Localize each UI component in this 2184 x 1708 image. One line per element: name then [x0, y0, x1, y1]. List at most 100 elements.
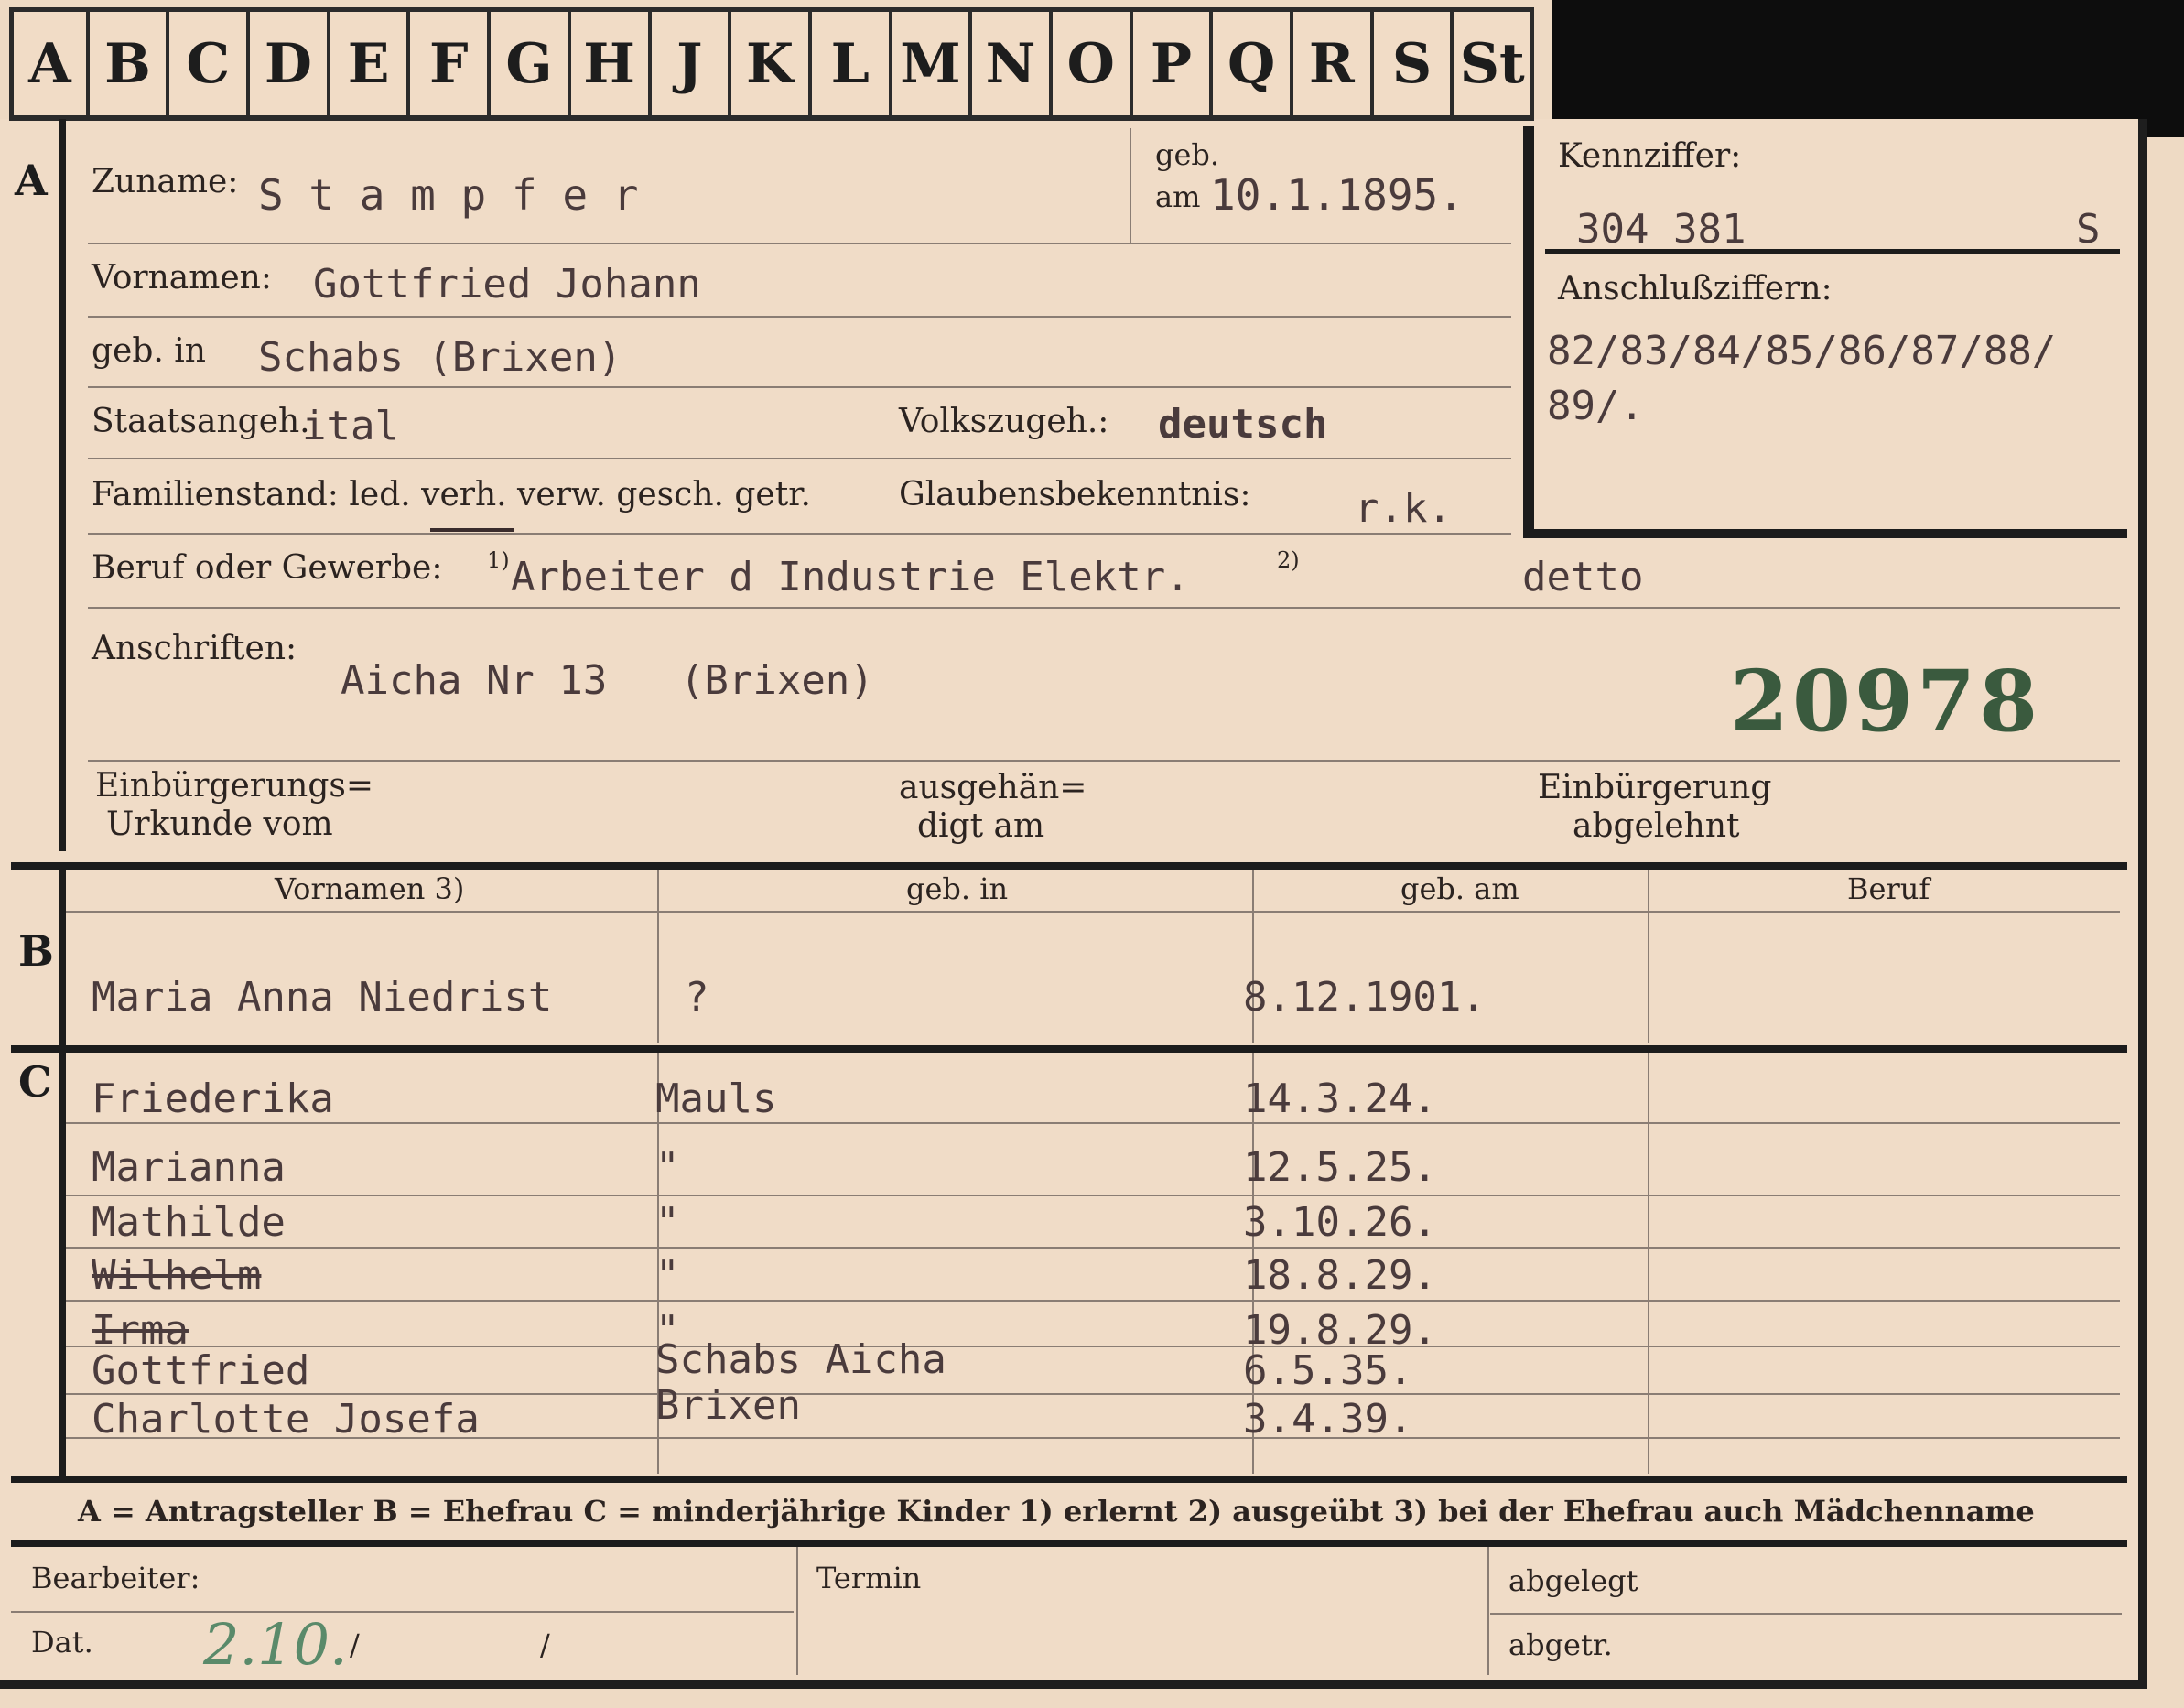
- rule: [66, 1346, 2120, 1347]
- rule: [88, 533, 1511, 535]
- rule-vertical: [796, 1547, 798, 1675]
- rule: [88, 386, 1511, 388]
- index-tab: D: [250, 7, 330, 121]
- index-tab: O: [1052, 7, 1133, 121]
- index-tab: M: [892, 7, 973, 121]
- date-slash-1: /: [350, 1627, 360, 1662]
- index-tab: E: [330, 7, 411, 121]
- child-name: Charlotte Josefa: [92, 1396, 480, 1443]
- surname-label: Zuname:: [92, 163, 239, 200]
- spouse-birthdate: 8.12.1901.: [1243, 974, 1486, 1021]
- child-name: Wilhelm: [92, 1252, 262, 1299]
- file-number-stamp: 20978: [1730, 652, 2042, 751]
- index-tab: Q: [1213, 7, 1293, 121]
- surname-value: S t a m p f e r: [258, 170, 639, 220]
- index-tab: L: [811, 7, 892, 121]
- section-c-top-border: [11, 1045, 2127, 1053]
- index-tab: H: [570, 7, 652, 121]
- section-a-marker: A: [15, 156, 48, 205]
- occupation-practiced-value: detto: [1522, 554, 1644, 600]
- id-box-border-left: [1523, 126, 1534, 538]
- section-c-marker: C: [18, 1057, 52, 1107]
- occupation-label: Beruf oder Gewerbe:: [92, 549, 443, 587]
- child-birthdate: 14.3.24.: [1243, 1076, 1437, 1122]
- rule: [11, 1611, 794, 1613]
- handed-label-2: digt am: [917, 807, 1045, 845]
- religion-value: r.k.: [1355, 485, 1452, 532]
- spouse-name: Maria Anna Niedrist: [92, 974, 553, 1021]
- firstnames-value: Gottfried Johann: [313, 261, 701, 308]
- index-tab: K: [731, 7, 812, 121]
- section-c-border: [59, 1045, 66, 1480]
- index-tab: N: [972, 7, 1053, 121]
- birthplace-value: Schabs (Brixen): [258, 334, 622, 381]
- date-label: Dat.: [31, 1625, 93, 1659]
- separated-label: abgetr.: [1508, 1627, 1613, 1662]
- rule: [88, 458, 1511, 459]
- rule: [66, 1122, 2120, 1124]
- rule: [88, 243, 1511, 244]
- id-value: 304 381: [1576, 206, 1746, 253]
- index-tab: A: [9, 7, 90, 121]
- child-birthplace: Mauls: [655, 1076, 777, 1122]
- child-birthdate: 18.8.29.: [1243, 1252, 1437, 1299]
- header-firstnames: Vornamen 3): [275, 871, 465, 906]
- rule-vertical: [1648, 1053, 1649, 1474]
- child-name: Friederika: [92, 1076, 334, 1122]
- spouse-birthplace: ?: [685, 974, 709, 1021]
- born-label-1: geb.: [1155, 137, 1220, 172]
- family-status-label: Familienstand: led. verh. verw. gesch. g…: [92, 476, 811, 513]
- index-tab: B: [89, 7, 170, 121]
- header-birthdate: geb. am: [1400, 871, 1519, 906]
- clerk-label: Bearbeiter:: [31, 1561, 200, 1595]
- rule: [88, 760, 2120, 762]
- id-label: Kennziffer:: [1558, 137, 1742, 175]
- legend-bottom-border: [11, 1540, 2127, 1547]
- background-black: [1552, 0, 2184, 137]
- legend-top-border: [11, 1476, 2127, 1483]
- legend-text: A = Antragsteller B = Ehefrau C = minder…: [78, 1494, 2035, 1529]
- index-tab: C: [169, 7, 251, 121]
- rule-vertical: [1648, 870, 1649, 1043]
- family-status-underline: [430, 528, 514, 532]
- section-b-border: [59, 862, 66, 1053]
- rule: [88, 316, 1511, 318]
- born-label-2: am: [1155, 179, 1201, 214]
- date-pencil-note: 2.10.: [203, 1611, 348, 1678]
- occupation-note-2: 2): [1277, 547, 1300, 573]
- rule: [66, 1195, 2120, 1196]
- firstnames-label: Vornamen:: [92, 259, 272, 297]
- section-b-marker: B: [18, 926, 54, 976]
- date-slash-2: /: [540, 1627, 550, 1662]
- rule: [88, 607, 2120, 609]
- header-birthplace: geb. in: [906, 871, 1009, 906]
- naturalization-label-1: Einbürgerungs=: [95, 767, 374, 805]
- birthplace-label: geb. in: [92, 332, 206, 370]
- rule: [66, 911, 2120, 913]
- index-tab: P: [1132, 7, 1214, 121]
- child-birthplace: ": [655, 1199, 680, 1246]
- index-tab: F: [410, 7, 492, 121]
- rule: [66, 1247, 2120, 1249]
- rejected-label-2: abgelehnt: [1573, 807, 1740, 845]
- religion-label: Glaubensbekenntnis:: [899, 476, 1251, 513]
- born-date-value: 10.1.1895.: [1210, 170, 1464, 220]
- filed-label: abgelegt: [1508, 1563, 1638, 1598]
- index-tab: R: [1293, 7, 1374, 121]
- naturalization-label-2: Urkunde vom: [106, 805, 333, 843]
- citizenship-label: Staatsangeh.: [92, 403, 310, 440]
- rule: [66, 1393, 2120, 1395]
- index-tab: St: [1454, 7, 1535, 121]
- rule: [66, 1300, 2120, 1302]
- child-birthdate: 6.5.35.: [1243, 1347, 1413, 1394]
- rule-vertical: [1487, 1547, 1489, 1675]
- handed-label-1: ausgehän=: [899, 769, 1087, 806]
- child-birthplace: Brixen: [655, 1382, 801, 1429]
- rejected-label-1: Einbürgerung: [1538, 769, 1772, 806]
- citizenship-value: ital: [302, 403, 399, 449]
- address-label: Anschriften:: [92, 630, 297, 667]
- occupation-note-1: 1): [487, 547, 510, 573]
- id-suffix: S: [2076, 206, 2101, 253]
- links-line-1: 82/83/84/85/86/87/88/: [1547, 328, 2057, 374]
- section-a-border: [59, 119, 66, 851]
